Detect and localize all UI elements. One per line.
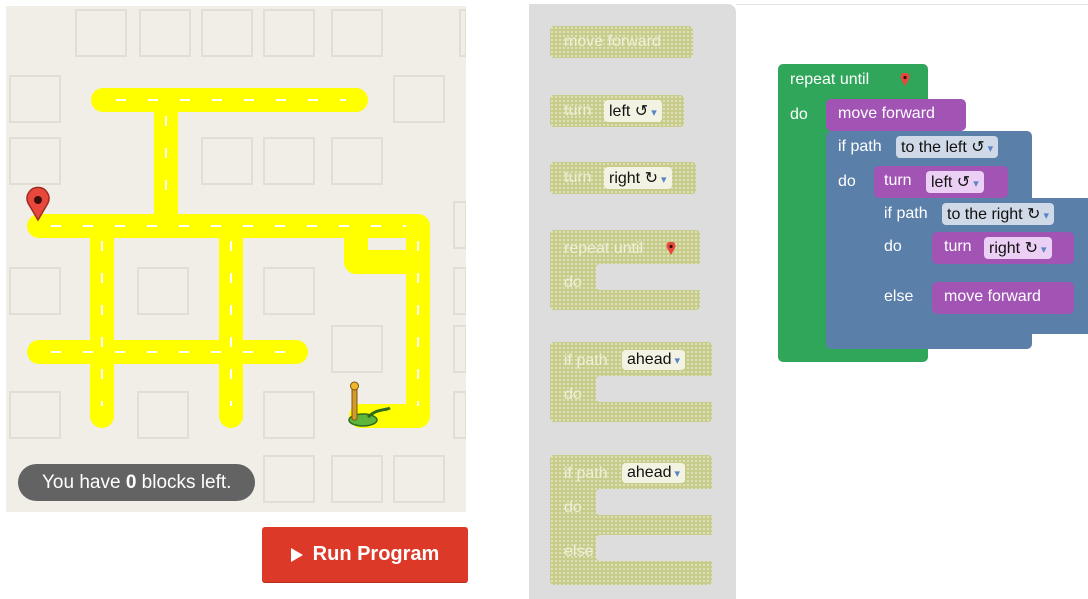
if-path-label: if path [884, 205, 928, 222]
toolbox-repeat-until-label: repeat until [564, 240, 644, 257]
turn-left-block[interactable]: turn left ↺ ▾ [874, 166, 1008, 198]
turn-right-block[interactable]: turn right ↻ ▾ [932, 232, 1074, 264]
toolbox-move-forward-block[interactable]: move forward [550, 26, 693, 58]
toolbox-turn-label: turn [564, 102, 592, 119]
path-right-dropdown[interactable]: to the right ↻ ▾ [942, 203, 1054, 225]
move-forward-else-block[interactable]: move forward [932, 282, 1074, 314]
turn-left-dropdown[interactable]: left ↺ ▾ [926, 171, 984, 193]
statement-slot [596, 264, 700, 290]
turn-left-value: left ↺ [931, 174, 971, 191]
toolbox-else-label: else [564, 543, 594, 560]
turn-right-value: right ↻ [989, 240, 1038, 257]
play-icon [290, 547, 303, 562]
dropdown-arrow-icon: ▾ [987, 143, 994, 155]
toolbox-path-value: ahead [627, 351, 672, 368]
toolbox-direction-dropdown[interactable]: right ↻ ▾ [604, 167, 672, 189]
dropdown-arrow-icon: ▾ [1043, 210, 1049, 222]
toolbox-do-label: do [564, 386, 582, 403]
dropdown-arrow-icon: ▾ [674, 468, 681, 480]
move-forward-label: move forward [944, 288, 1041, 305]
toolbox-flyout: move forward turn left ↺ ▾ turn right ↻ ▾ … [529, 4, 736, 599]
toolbox-turn-label: turn [564, 169, 592, 186]
path-left-dropdown[interactable]: to the left ↺ ▾ [896, 136, 999, 158]
toolbox-path-value: ahead [627, 464, 672, 481]
dropdown-arrow-icon: ▾ [1040, 244, 1047, 256]
goal-marker-icon [666, 242, 676, 255]
statement-slot [596, 535, 712, 561]
maze-canvas: You have 0 blocks left. [6, 6, 466, 512]
run-program-label: Run Program [312, 543, 440, 565]
repeat-until-label: repeat until [790, 71, 870, 88]
toolbox-repeat-until-block[interactable]: repeat until do [550, 230, 700, 310]
toolbox-direction-dropdown[interactable]: left ↺ ▾ [604, 100, 662, 122]
dropdown-arrow-icon: ▾ [660, 174, 667, 186]
toolbox-do-label: do [564, 499, 582, 516]
toolbox-move-forward-label: move forward [564, 33, 661, 50]
workspace: repeat until do move forward if path to … [736, 0, 1088, 595]
dropdown-arrow-icon: ▾ [674, 355, 681, 367]
statement-slot [596, 376, 712, 402]
toolbox-direction-value: right ↻ [609, 170, 658, 187]
blocks-left-status: You have 0 blocks left. [18, 464, 256, 501]
turn-label: turn [884, 172, 912, 189]
workspace-border [736, 4, 1088, 5]
toolbox-path-dropdown[interactable]: ahead ▾ [622, 463, 686, 483]
toolbox-if-path-label: if path [564, 465, 608, 482]
move-forward-block[interactable]: move forward [826, 99, 966, 131]
toolbox-do-label: do [564, 274, 582, 291]
if-do-label: do [838, 173, 856, 190]
toolbox-turn-left-block[interactable]: turn left ↺ ▾ [550, 95, 684, 127]
toolbox-if-path-label: if path [564, 352, 608, 369]
blocks-left-suffix: blocks left. [136, 472, 232, 493]
toolbox-path-dropdown[interactable]: ahead ▾ [622, 350, 686, 370]
path-right-value: to the right ↻ [947, 206, 1041, 223]
toolbox-turn-right-block[interactable]: turn right ↻ ▾ [550, 162, 696, 194]
path-left-value: to the left ↺ [901, 139, 985, 156]
turn-right-dropdown[interactable]: right ↻ ▾ [984, 237, 1052, 259]
run-program-button[interactable]: Run Program [262, 527, 468, 582]
maze-drawing [9, 9, 466, 503]
dropdown-arrow-icon: ▾ [973, 178, 979, 190]
blocks-left-prefix: You have [42, 472, 126, 493]
toolbox-if-path-block[interactable]: if path ahead ▾ do [550, 342, 712, 422]
if-path-label: if path [838, 138, 882, 155]
dropdown-arrow-icon: ▾ [651, 107, 657, 119]
goal-marker-icon [900, 73, 910, 86]
blocks-left-count: 0 [125, 472, 137, 493]
repeat-do-label: do [790, 106, 808, 123]
statement-slot [596, 489, 712, 515]
if-do-label: do [884, 238, 902, 255]
move-forward-label: move forward [838, 105, 935, 122]
toolbox-direction-value: left ↺ [609, 103, 649, 120]
toolbox-if-else-block[interactable]: if path ahead ▾ do else [550, 455, 712, 585]
else-label: else [884, 288, 914, 305]
turn-label: turn [944, 238, 972, 255]
